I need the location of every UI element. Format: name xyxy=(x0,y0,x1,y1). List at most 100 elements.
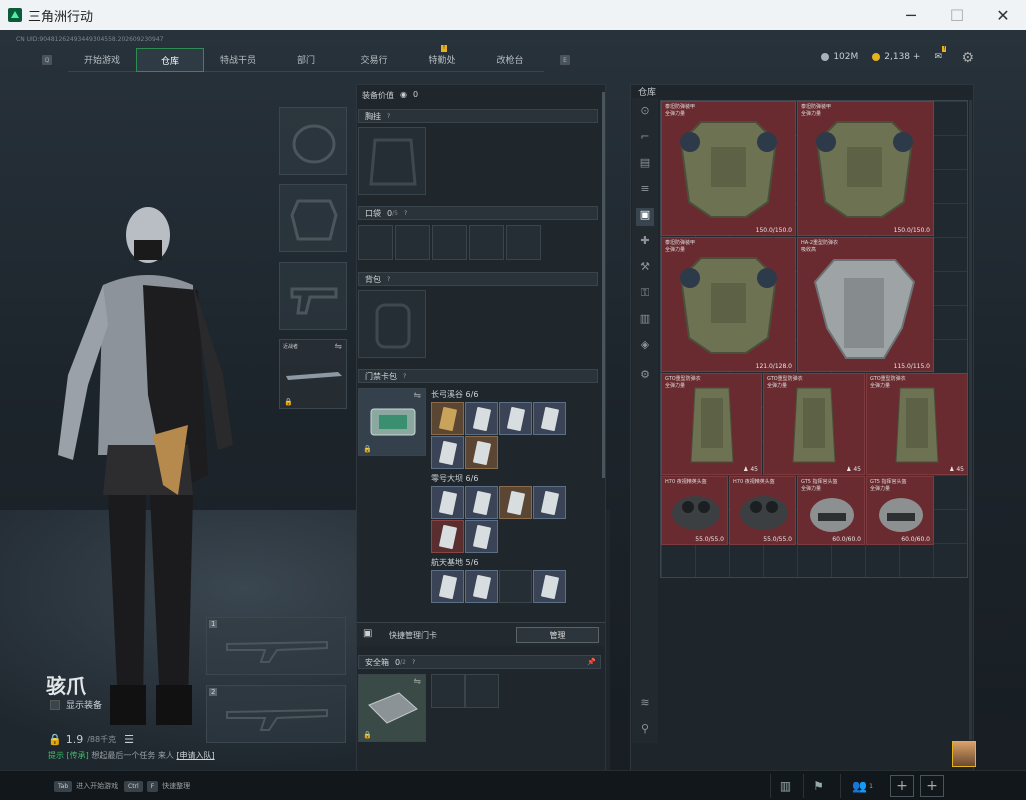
swap-icon[interactable]: ⇋ xyxy=(413,677,421,687)
sidebar-tools-icon[interactable]: ⚒ xyxy=(636,260,654,278)
pin-icon[interactable]: 📌 xyxy=(587,658,596,666)
keycard-item[interactable] xyxy=(465,570,498,603)
warehouse-item-helmet[interactable]: GT5 指挥官头盔 全弹力量 60.0/60.0 xyxy=(866,476,934,545)
sidebar-gear-icon[interactable]: ▤ xyxy=(636,156,654,174)
manage-button[interactable]: 管理 xyxy=(516,627,599,643)
pistol-slot[interactable] xyxy=(279,262,347,330)
pocket-slot[interactable] xyxy=(395,225,430,260)
rifle-ghost-icon xyxy=(226,640,328,663)
show-equip-toggle[interactable]: 显示装备 xyxy=(50,698,102,711)
join-team-link[interactable]: [申请入队] xyxy=(176,751,214,760)
tab-department[interactable]: 部门 xyxy=(272,48,340,72)
group-count: 6/6 xyxy=(465,390,479,399)
keycard-case-slot[interactable]: ⇋ 🔒 xyxy=(358,388,426,456)
uid-text: CN UID:90481262493449304558.202609230947 xyxy=(16,36,164,43)
pocket-slot[interactable] xyxy=(358,225,393,260)
warehouse-item-armor[interactable]: 泰坦防弹装甲 全弹力量 150.0/150.0 xyxy=(661,101,796,236)
pocket-slot[interactable] xyxy=(432,225,467,260)
tab-trading[interactable]: 交易行 xyxy=(340,48,408,72)
tab-gunsmith[interactable]: 改枪台 xyxy=(476,48,544,72)
add-coins-button[interactable]: + xyxy=(913,52,921,62)
invite-slot-button[interactable]: + xyxy=(890,775,914,797)
warehouse-item-armor[interactable]: GTO重型防弹衣 全弹力量 ♟ 45 xyxy=(763,373,865,475)
close-button[interactable]: ✕ xyxy=(980,0,1026,30)
safe-box-cell[interactable] xyxy=(431,674,465,708)
keycard-item[interactable] xyxy=(431,520,464,553)
list-icon[interactable]: ☰ xyxy=(124,733,134,746)
settings-gear-icon[interactable]: ⚙ xyxy=(961,50,974,66)
help-icon[interactable]: ? xyxy=(387,113,390,120)
tab-hint[interactable]: Tab 进入开始游戏 xyxy=(54,781,118,792)
keycard-item[interactable] xyxy=(465,402,498,435)
armor-slot[interactable] xyxy=(279,184,347,252)
keycard-item[interactable] xyxy=(533,402,566,435)
help-icon[interactable]: ? xyxy=(412,659,415,666)
warehouse-item-armor[interactable]: 泰坦防弹装甲 全弹力量 121.0/128.0 xyxy=(661,237,796,372)
keycard-icon xyxy=(506,490,526,516)
keycard-item[interactable] xyxy=(431,436,464,469)
swap-icon[interactable]: ⇋ xyxy=(413,391,421,401)
backpack-slot[interactable] xyxy=(358,290,426,358)
sidebar-collectibles-icon[interactable]: ◈ xyxy=(636,338,654,356)
sidebar-stack-icon[interactable]: ≋ xyxy=(636,696,654,714)
helmet-slot[interactable] xyxy=(279,107,347,175)
help-icon[interactable]: ? xyxy=(404,210,407,217)
melee-slot[interactable]: 近战者 ⇋ 🔒 xyxy=(279,339,347,409)
safe-box-slot[interactable]: ⇋ 🔒 xyxy=(358,674,426,742)
keycard-item[interactable] xyxy=(465,486,498,519)
sidebar-misc-icon[interactable]: ▥ xyxy=(636,312,654,330)
nav-next-key[interactable]: E xyxy=(560,55,570,65)
sidebar-weapons-icon[interactable]: ⌐ xyxy=(636,130,654,148)
keycard-icon xyxy=(472,440,492,466)
sidebar-medical-icon[interactable]: ✚ xyxy=(636,234,654,252)
sidebar-ammo-icon[interactable]: ≡ xyxy=(636,182,654,200)
warehouse-item-helmet[interactable]: H70 夜视精英头盔 55.0/55.0 xyxy=(661,476,728,545)
tab-warehouse[interactable]: 仓库 xyxy=(136,48,204,72)
maximize-button[interactable]: ☐ xyxy=(934,0,980,30)
keycard-item[interactable] xyxy=(499,486,532,519)
flag-icon[interactable]: ⚑ xyxy=(803,774,833,798)
warehouse-scrollbar[interactable] xyxy=(969,100,972,740)
primary-weapon-slot-1[interactable]: 1 xyxy=(206,617,346,675)
keycard-item[interactable] xyxy=(533,486,566,519)
keycard-item[interactable] xyxy=(431,570,464,603)
warehouse-item-helmet[interactable]: H70 夜视精英头盔 55.0/55.0 xyxy=(729,476,796,545)
warehouse-item-armor[interactable]: HA-2重型防弹衣 吸收高 115.0/115.0 xyxy=(797,237,934,372)
keycard-item[interactable] xyxy=(431,402,464,435)
tab-special-ops[interactable]: ! 特勤处 xyxy=(408,45,476,72)
minimize-button[interactable]: ─ xyxy=(888,0,934,30)
sidebar-settings-icon[interactable]: ⚙ xyxy=(636,368,654,386)
pocket-slot[interactable] xyxy=(506,225,541,260)
warehouse-item-armor[interactable]: 泰坦防弹装甲 全弹力量 150.0/150.0 xyxy=(797,101,934,236)
keycard-item[interactable] xyxy=(465,520,498,553)
keycard-empty-slot[interactable] xyxy=(499,570,532,603)
sidebar-keys-icon[interactable]: ⚿ xyxy=(636,286,654,304)
sidebar-armor-icon[interactable]: ▣ xyxy=(636,208,654,226)
mail-icon[interactable]: ✉! xyxy=(934,46,947,62)
equipment-scrollbar[interactable] xyxy=(602,92,605,478)
nav-prev-key[interactable]: Q xyxy=(42,55,52,65)
player-avatar[interactable] xyxy=(952,741,976,767)
sidebar-all-icon[interactable]: ⊙ xyxy=(636,104,654,122)
keycard-item[interactable] xyxy=(465,436,498,469)
pocket-slot[interactable] xyxy=(469,225,504,260)
keycard-item[interactable] xyxy=(533,570,566,603)
warehouse-item-helmet[interactable]: GT5 指挥官头盔 全弹力量 60.0/60.0 xyxy=(797,476,865,545)
warehouse-item-armor[interactable]: GTO重型防弹衣 全弹力量 ♟ 45 xyxy=(866,373,968,475)
safe-box-cell[interactable] xyxy=(465,674,499,708)
stats-icon[interactable]: ▥ xyxy=(770,774,800,798)
squad-button[interactable]: 👥 1 xyxy=(840,774,884,798)
warehouse-item-armor[interactable]: GTO重型防弹衣 全弹力量 ♟ 45 xyxy=(661,373,762,475)
sidebar-filter-icon[interactable]: ⚲ xyxy=(636,722,654,740)
keycard-item[interactable] xyxy=(499,402,532,435)
tab-operators[interactable]: 特战干员 xyxy=(204,48,272,72)
show-equip-checkbox[interactable] xyxy=(50,699,60,710)
help-icon[interactable]: ? xyxy=(387,276,390,283)
invite-slot-button[interactable]: + xyxy=(920,775,944,797)
help-icon[interactable]: ? xyxy=(403,373,406,380)
sort-hint[interactable]: Ctrl F 快速整理 xyxy=(124,781,190,792)
tab-start-game[interactable]: 开始游戏 xyxy=(68,48,136,72)
chest-rig-slot[interactable] xyxy=(358,127,426,195)
keycard-item[interactable] xyxy=(431,486,464,519)
primary-weapon-slot-2[interactable]: 2 xyxy=(206,685,346,743)
